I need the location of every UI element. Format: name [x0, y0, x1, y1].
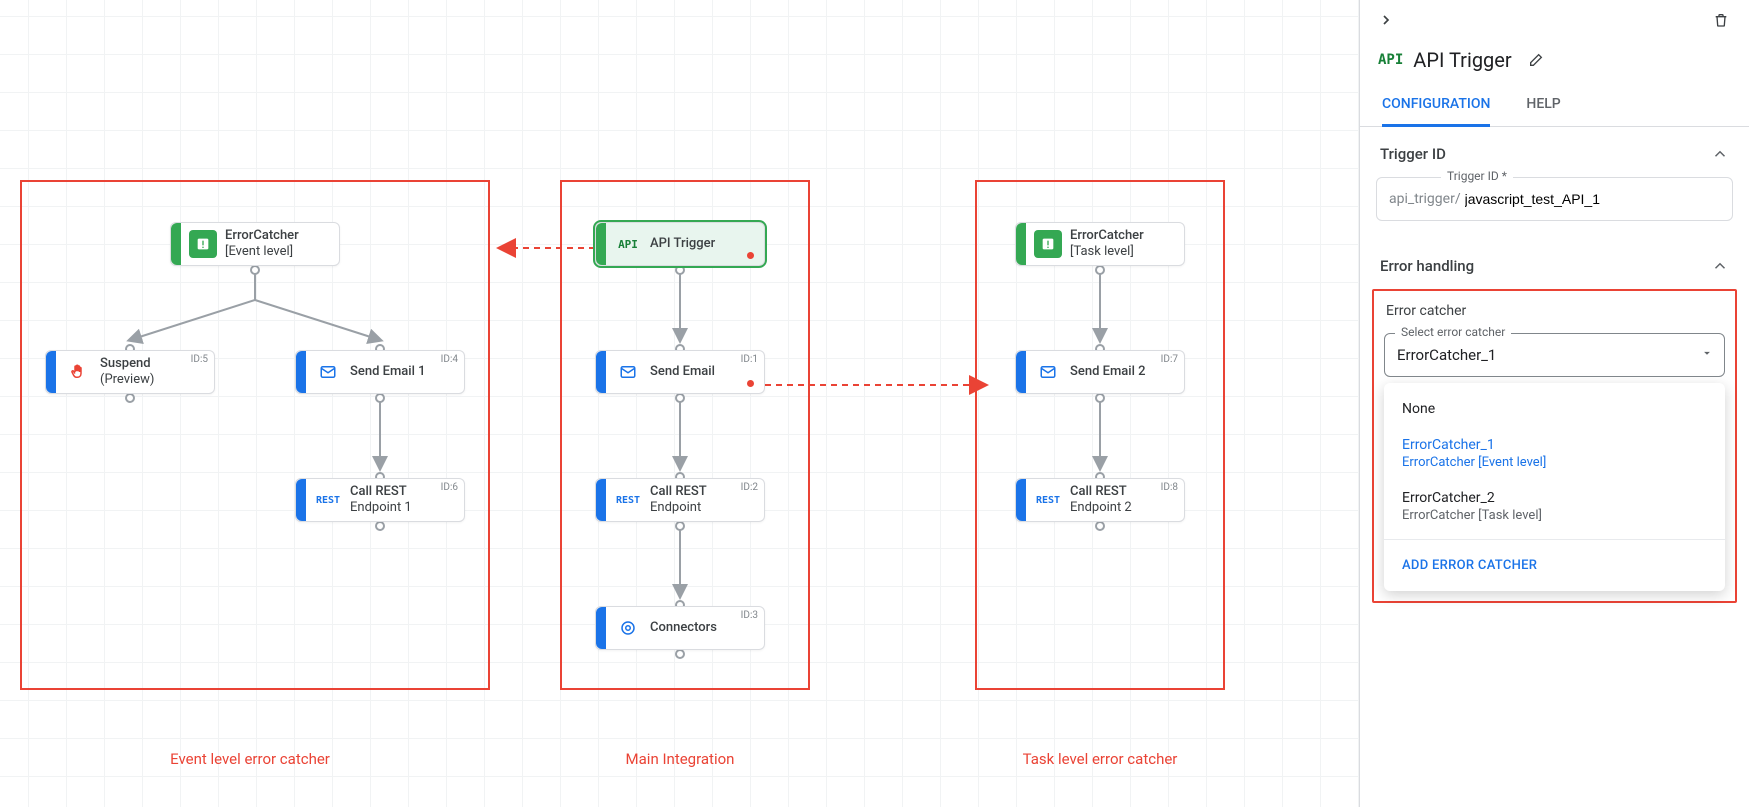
- node-id: ID:8: [1161, 482, 1178, 493]
- port[interactable]: [375, 521, 385, 531]
- trigger-id-input[interactable]: [1463, 190, 1720, 208]
- node-rest[interactable]: REST Call RESTEndpoint ID:2: [595, 478, 765, 522]
- divider: [1384, 539, 1725, 540]
- port[interactable]: [1095, 393, 1105, 403]
- node-id: ID:4: [441, 354, 458, 365]
- port[interactable]: [375, 393, 385, 403]
- api-icon: API: [614, 230, 642, 258]
- tab-help[interactable]: HELP: [1526, 86, 1560, 126]
- port[interactable]: [125, 393, 135, 403]
- trigger-id-field[interactable]: Trigger ID * api_trigger/: [1376, 177, 1733, 221]
- node-id: ID:2: [741, 482, 758, 493]
- mail-icon: [314, 358, 342, 386]
- connector-icon: [614, 614, 642, 642]
- caption-event: Event level error catcher: [120, 750, 380, 768]
- node-suspend[interactable]: Suspend(Preview) ID:5: [45, 350, 215, 394]
- error-indicator-dot: [747, 252, 754, 259]
- port[interactable]: [675, 521, 685, 531]
- trigger-id-prefix: api_trigger/: [1389, 191, 1461, 207]
- panel-title: API Trigger: [1413, 48, 1511, 72]
- dropdown-option-2[interactable]: ErrorCatcher_2 ErrorCatcher [Task level]: [1384, 480, 1725, 533]
- port[interactable]: [250, 265, 260, 275]
- node-send-email-1[interactable]: Send Email 1 ID:4: [295, 350, 465, 394]
- api-icon: API: [1378, 52, 1403, 68]
- node-connectors[interactable]: Connectors ID:3: [595, 606, 765, 650]
- edit-title-button[interactable]: [1522, 46, 1550, 74]
- error-indicator-dot: [747, 380, 754, 387]
- caption-task: Task level error catcher: [970, 750, 1230, 768]
- field-label: Trigger ID *: [1441, 169, 1513, 183]
- node-rest-1[interactable]: REST Call RESTEndpoint 1 ID:6: [295, 478, 465, 522]
- node-error-catcher-task[interactable]: ErrorCatcher[Task level]: [1015, 222, 1185, 266]
- node-send-email-2[interactable]: Send Email 2 ID:7: [1015, 350, 1185, 394]
- node-id: ID:3: [741, 610, 758, 621]
- hand-icon: [64, 358, 92, 386]
- node-api-trigger[interactable]: API API Trigger: [595, 222, 765, 266]
- port[interactable]: [675, 265, 685, 275]
- error-icon: [189, 230, 217, 258]
- error-catcher-dropdown: None ErrorCatcher_1 ErrorCatcher [Event …: [1384, 383, 1725, 591]
- integration-canvas[interactable]: Event level error catcher Main Integrati…: [0, 0, 1359, 807]
- port[interactable]: [675, 393, 685, 403]
- select-value: ErrorCatcher_1: [1397, 346, 1496, 364]
- port[interactable]: [1095, 521, 1105, 531]
- node-rest-2[interactable]: REST Call RESTEndpoint 2 ID:8: [1015, 478, 1185, 522]
- error-icon: [1034, 230, 1062, 258]
- node-error-catcher-event[interactable]: ErrorCatcher[Event level]: [170, 222, 340, 266]
- rest-icon: REST: [614, 486, 642, 514]
- rest-icon: REST: [314, 486, 342, 514]
- dropdown-option-none[interactable]: None: [1384, 391, 1725, 427]
- dropdown-option-1[interactable]: ErrorCatcher_1 ErrorCatcher [Event level…: [1384, 427, 1725, 480]
- port[interactable]: [675, 649, 685, 659]
- select-label: Select error catcher: [1395, 325, 1511, 339]
- collapse-panel-button[interactable]: [1372, 6, 1400, 34]
- caret-down-icon: [1700, 346, 1714, 364]
- section-trigger-id[interactable]: Trigger ID: [1360, 127, 1749, 177]
- mail-icon: [614, 358, 642, 386]
- delete-button[interactable]: [1707, 6, 1735, 34]
- error-catcher-select[interactable]: Select error catcher ErrorCatcher_1: [1384, 333, 1725, 377]
- tab-configuration[interactable]: CONFIGURATION: [1382, 86, 1490, 127]
- section-error-handling[interactable]: Error handling: [1360, 239, 1749, 289]
- node-id: ID:6: [441, 482, 458, 493]
- node-send-email[interactable]: Send Email ID:1: [595, 350, 765, 394]
- error-catcher-label: Error catcher: [1384, 303, 1725, 319]
- node-id: ID:7: [1161, 354, 1178, 365]
- chevron-up-icon: [1711, 257, 1729, 275]
- config-panel: API API Trigger CONFIGURATION HELP Trigg…: [1359, 0, 1749, 807]
- node-id: ID:5: [191, 354, 208, 365]
- caption-main: Main Integration: [550, 750, 810, 768]
- add-error-catcher-button[interactable]: ADD ERROR CATCHER: [1384, 546, 1725, 585]
- rest-icon: REST: [1034, 486, 1062, 514]
- node-id: ID:1: [741, 354, 758, 365]
- port[interactable]: [1095, 265, 1105, 275]
- chevron-up-icon: [1711, 145, 1729, 163]
- mail-icon: [1034, 358, 1062, 386]
- error-catcher-box: Error catcher Select error catcher Error…: [1372, 289, 1737, 603]
